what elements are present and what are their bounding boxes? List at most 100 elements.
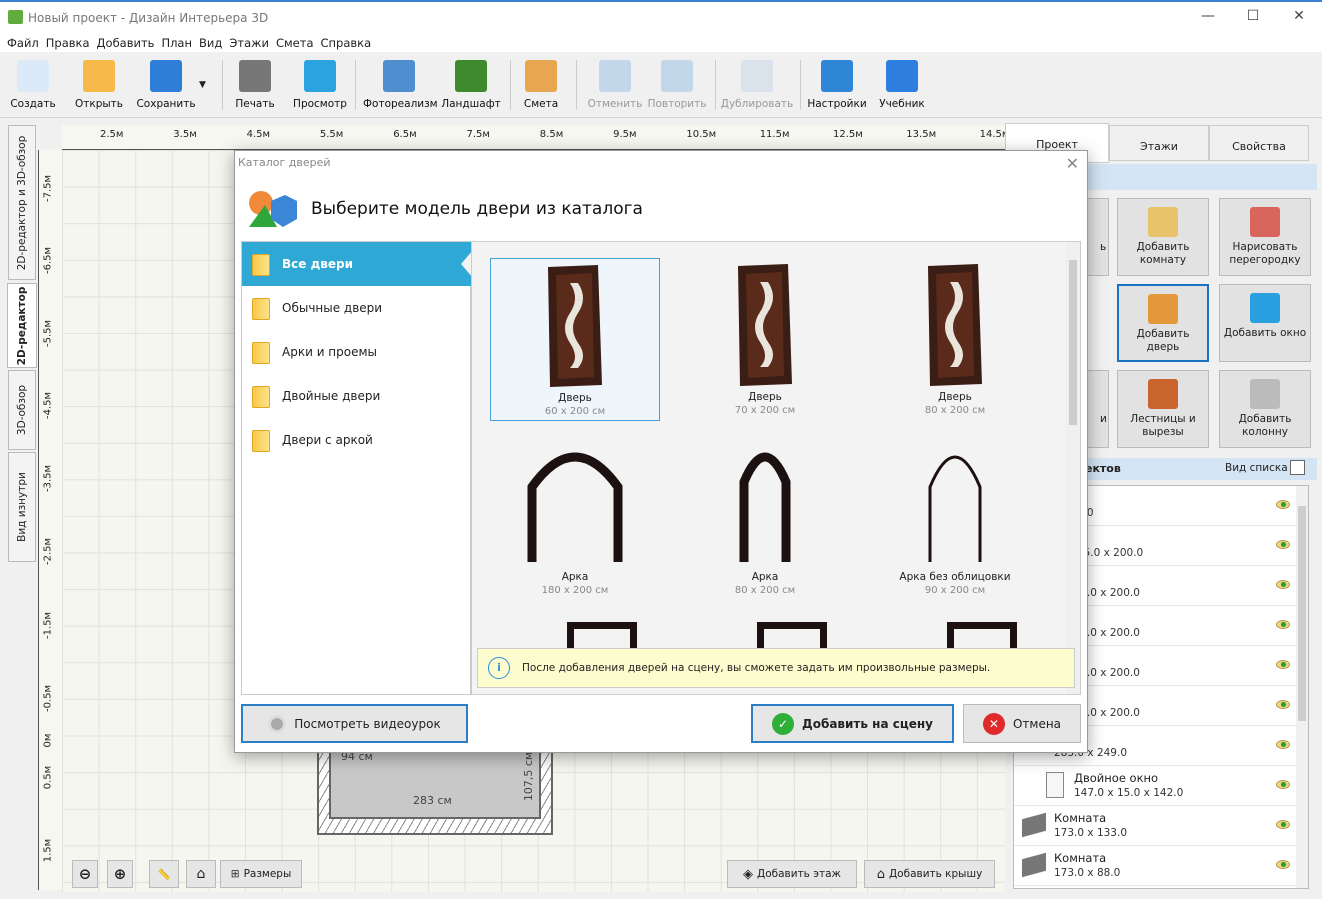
add-floor-icon: ◈ bbox=[743, 866, 754, 882]
toolbar-button-9[interactable]: Повторить bbox=[646, 58, 708, 114]
dimensions-button[interactable]: ⊞ Размеры bbox=[220, 860, 302, 888]
toolbar-button-12[interactable]: Учебник bbox=[874, 58, 930, 114]
room-plan[interactable]: 94 см 283 см 107,5 см bbox=[317, 740, 553, 835]
add-to-scene-button[interactable]: ✓ Добавить на сцену bbox=[751, 704, 954, 743]
toolbar-button-5[interactable]: Фотореализм bbox=[363, 58, 438, 114]
object-row[interactable]: Двойное окно 147.0 x 15.0 x 142.0 bbox=[1014, 766, 1298, 806]
category-item[interactable]: Двойные двери bbox=[242, 374, 472, 418]
toolbar-button-11[interactable]: Настройки bbox=[806, 58, 868, 114]
ruler-label: 2.5м bbox=[100, 129, 124, 140]
zoom-out-icon: ⊖ bbox=[78, 865, 92, 883]
toolbar-button-6[interactable]: Ландшафт bbox=[440, 58, 502, 114]
panel-tab[interactable]: Свойства bbox=[1209, 125, 1309, 161]
catalog-scrollbar[interactable] bbox=[1066, 242, 1080, 694]
visibility-eye-icon[interactable] bbox=[1276, 820, 1290, 829]
catalog-item[interactable]: Арка 80 x 200 см bbox=[680, 438, 850, 601]
object-row[interactable]: Комната 173.0 x 88.0 bbox=[1014, 846, 1298, 886]
menu-item[interactable]: Файл bbox=[7, 34, 39, 50]
list-view-button[interactable]: Вид списка bbox=[1225, 462, 1288, 474]
ruler-button[interactable]: 📏 bbox=[149, 860, 179, 888]
toolbar-button-1[interactable]: Открыть bbox=[70, 58, 128, 114]
undo-icon bbox=[599, 60, 631, 92]
visibility-eye-icon[interactable] bbox=[1276, 500, 1290, 509]
toolbar-button-2[interactable]: Сохранить bbox=[135, 58, 197, 114]
menu-item[interactable]: Добавить bbox=[97, 34, 155, 50]
category-item[interactable]: Все двери bbox=[242, 242, 473, 286]
panel-tile[interactable]: Добавить окно bbox=[1219, 284, 1311, 362]
menu-item[interactable]: Справка bbox=[321, 34, 372, 50]
list-view-icon[interactable] bbox=[1290, 460, 1305, 475]
panel-tab[interactable]: Этажи bbox=[1109, 125, 1209, 161]
toolbar-button-10[interactable]: Дублировать bbox=[720, 58, 794, 114]
visibility-eye-icon[interactable] bbox=[1276, 780, 1290, 789]
save-dropdown-icon[interactable]: ▼ bbox=[199, 80, 206, 90]
home-button[interactable]: ⌂ bbox=[186, 860, 216, 888]
toolbar-separator bbox=[222, 60, 223, 110]
menu-item[interactable]: План bbox=[161, 34, 192, 50]
home-icon: ⌂ bbox=[196, 866, 206, 882]
dialog-close-icon[interactable]: ✕ bbox=[1066, 154, 1079, 173]
view-tab[interactable]: Вид изнутри bbox=[8, 452, 36, 562]
cancel-button[interactable]: ✕ Отмена bbox=[963, 704, 1081, 743]
view-tab[interactable]: 2D-редактор bbox=[7, 283, 37, 368]
view-tab[interactable]: 3D-обзор bbox=[8, 370, 36, 450]
redo-icon bbox=[661, 60, 693, 92]
view-tabs: 2D-редактор и 3D-обзор 2D-редактор 3D-обзо… bbox=[7, 125, 38, 895]
visibility-eye-icon[interactable] bbox=[1276, 700, 1290, 709]
panel-tile[interactable]: Добавить дверь bbox=[1117, 284, 1209, 362]
catalog-item[interactable]: Дверь 60 x 200 см bbox=[490, 258, 660, 421]
close-button[interactable]: ✕ bbox=[1284, 8, 1314, 30]
title-bar: Новый проект - Дизайн Интерьера 3D — ☐ ✕ bbox=[0, 0, 1322, 34]
maximize-button[interactable]: ☐ bbox=[1238, 8, 1268, 30]
visibility-eye-icon[interactable] bbox=[1276, 860, 1290, 869]
add-roof-button[interactable]: ⌂ Добавить крышу bbox=[864, 860, 995, 888]
catalog-item[interactable]: Дверь 80 x 200 см bbox=[870, 258, 1040, 421]
toolbar-button-7[interactable]: Смета bbox=[520, 58, 562, 114]
door-catalog-dialog: Каталог дверей ✕ Выберите модель двери и… bbox=[234, 150, 1088, 753]
dialog-title: Каталог дверей bbox=[238, 156, 331, 169]
ruler-label: 10.5м bbox=[686, 129, 717, 140]
visibility-eye-icon[interactable] bbox=[1276, 540, 1290, 549]
ruler-label: 4.5м bbox=[246, 129, 271, 140]
menu-item[interactable]: Вид bbox=[199, 34, 222, 50]
toolbar-separator bbox=[800, 60, 801, 110]
catalog-item[interactable]: Дверь 70 x 200 см bbox=[680, 258, 850, 421]
category-item[interactable]: Двери с аркой bbox=[242, 418, 472, 462]
ruler-icon: 📏 bbox=[157, 868, 171, 881]
menu-item[interactable]: Этажи bbox=[229, 34, 269, 50]
panel-tile[interactable]: Добавить колонну bbox=[1219, 370, 1311, 448]
visibility-eye-icon[interactable] bbox=[1276, 580, 1290, 589]
visibility-eye-icon[interactable] bbox=[1276, 740, 1290, 749]
add-room-icon bbox=[1148, 207, 1178, 237]
panel-tile[interactable]: Добавить комнату bbox=[1117, 198, 1209, 276]
zoom-out-button[interactable]: ⊖ bbox=[72, 860, 98, 888]
toolbar-button-8[interactable]: Отменить bbox=[584, 58, 646, 114]
ruler-label: 7.5м bbox=[466, 129, 490, 140]
menu-item[interactable]: Правка bbox=[46, 34, 90, 50]
ruler-label: -4.5м bbox=[42, 391, 54, 420]
zoom-in-button[interactable]: ⊕ bbox=[107, 860, 133, 888]
watch-video-button[interactable]: Посмотреть видеоурок bbox=[241, 704, 468, 743]
panel-tile[interactable]: Нарисовать перегородку bbox=[1219, 198, 1311, 276]
toolbar-button-3[interactable]: Печать bbox=[230, 58, 280, 114]
panel-tile[interactable]: Лестницы и вырезы bbox=[1117, 370, 1209, 448]
ruler-label: 5.5м bbox=[319, 129, 344, 140]
add-floor-button[interactable]: ◈ Добавить этаж bbox=[727, 860, 857, 888]
toolbar-button-4[interactable]: Просмотр bbox=[292, 58, 348, 114]
view-tab[interactable]: 2D-редактор и 3D-обзор bbox=[8, 125, 36, 280]
category-item[interactable]: Арки и проемы bbox=[242, 330, 472, 374]
ruler-label: -5.5м bbox=[42, 319, 54, 348]
catalog-item[interactable]: Арка 180 x 200 см bbox=[490, 438, 660, 601]
dimension-label: 283 см bbox=[413, 794, 452, 807]
catalog-item[interactable]: Арка без облицовки 90 x 200 см bbox=[870, 438, 1040, 601]
toolbar: Создать Открыть Сохранить Печать Просмотр Фот… bbox=[0, 52, 1322, 118]
category-item[interactable]: Обычные двери bbox=[242, 286, 472, 330]
object-row[interactable]: Комната 173.0 x 133.0 bbox=[1014, 806, 1298, 846]
ruler-label: 8.5м bbox=[539, 129, 564, 140]
landscape-tree-icon bbox=[455, 60, 487, 92]
minimize-button[interactable]: — bbox=[1193, 8, 1223, 30]
toolbar-button-0[interactable]: Создать bbox=[8, 58, 58, 114]
visibility-eye-icon[interactable] bbox=[1276, 620, 1290, 629]
visibility-eye-icon[interactable] bbox=[1276, 660, 1290, 669]
menu-item[interactable]: Смета bbox=[276, 34, 314, 50]
